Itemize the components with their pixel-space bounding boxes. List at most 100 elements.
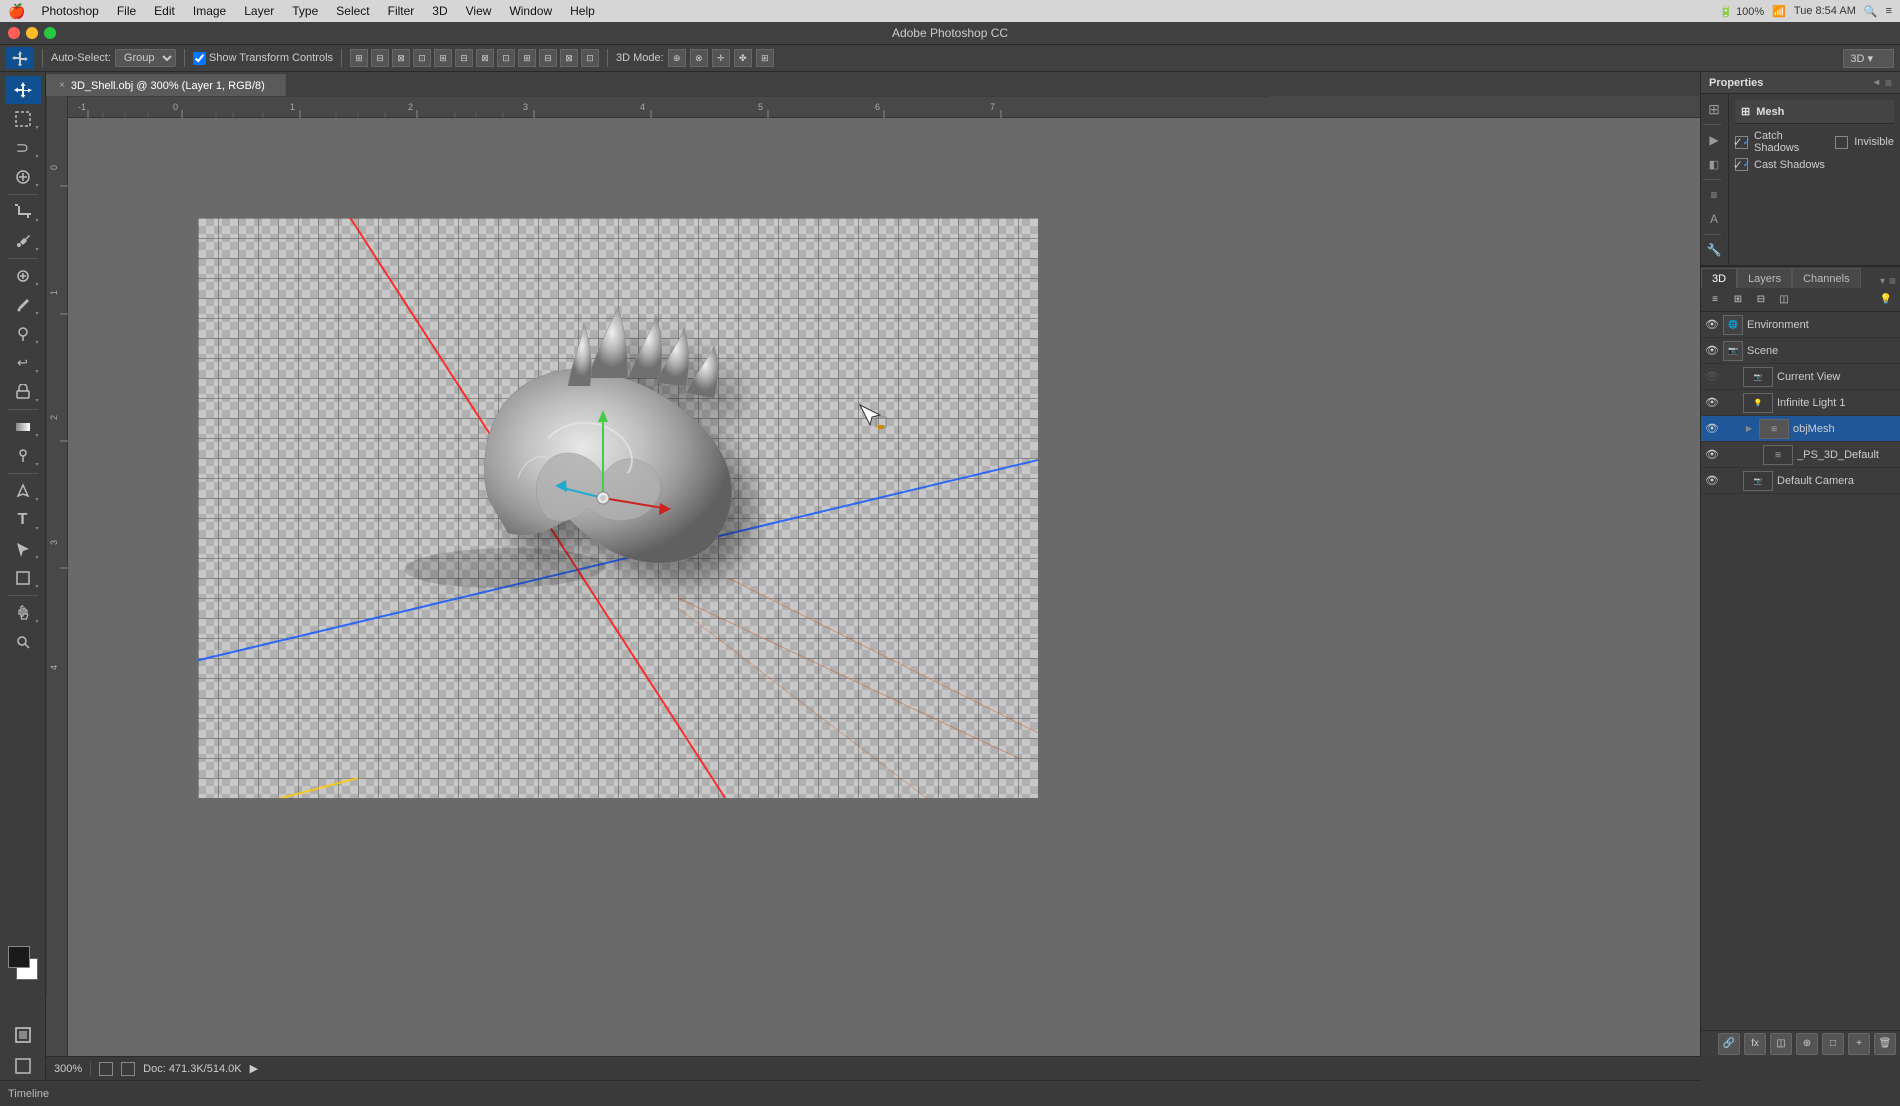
- layer-vis-light[interactable]: 👁: [1705, 396, 1719, 410]
- show-transform-input[interactable]: [193, 52, 206, 65]
- cast-shadows-checkbox[interactable]: ✓: [1735, 158, 1748, 171]
- layer-vis-scene[interactable]: 👁: [1705, 344, 1719, 358]
- align-right[interactable]: ⊠: [392, 49, 410, 67]
- status-arrow[interactable]: ▶: [250, 1062, 258, 1075]
- tab-layers[interactable]: Layers: [1737, 268, 1792, 288]
- layer-vis-mesh[interactable]: 👁: [1705, 422, 1719, 436]
- panel-collapse-icon[interactable]: ◂: [1874, 77, 1879, 88]
- menu-image[interactable]: Image: [185, 2, 234, 20]
- layer-environment[interactable]: 👁 🌐 Environment: [1701, 312, 1900, 338]
- layers-group-icon[interactable]: ◫: [1774, 291, 1794, 309]
- 3d-scale-icon[interactable]: ⊞: [756, 49, 774, 67]
- quick-select-tool[interactable]: ▾: [5, 163, 41, 191]
- minimize-button[interactable]: [26, 27, 38, 39]
- menu-help[interactable]: Help: [562, 2, 603, 20]
- panel-menu-icon[interactable]: ≡: [1885, 76, 1892, 90]
- catch-shadows-checkbox[interactable]: ✓: [1735, 136, 1748, 149]
- canvas-tab[interactable]: × 3D_Shell.obj @ 300% (Layer 1, RGB/8): [46, 74, 286, 96]
- panel-collapse-right-icon[interactable]: ▾: [1880, 276, 1885, 287]
- dodge-tool[interactable]: ▾: [5, 442, 41, 470]
- distribute-left[interactable]: ⊞: [518, 49, 536, 67]
- layer-style-icon[interactable]: fx: [1744, 1033, 1766, 1055]
- menu-view[interactable]: View: [458, 2, 500, 20]
- layers-add-icon[interactable]: ⊞: [1728, 291, 1748, 309]
- screen-mode-toggle[interactable]: [5, 1052, 41, 1080]
- marquee-rect-tool[interactable]: ▾ ▾: [5, 105, 41, 133]
- layer-delete-icon[interactable]: 🗑: [1874, 1033, 1896, 1055]
- align-center-v[interactable]: ⊞: [434, 49, 452, 67]
- 3d-slide-icon[interactable]: ✤: [734, 49, 752, 67]
- history-brush-tool[interactable]: ↩ ▾: [5, 349, 41, 377]
- layer-current-view[interactable]: 👁 📷 Current View: [1701, 364, 1900, 390]
- layer-link-icon[interactable]: 🔗: [1718, 1033, 1740, 1055]
- layer-adjust-icon[interactable]: ⊕: [1796, 1033, 1818, 1055]
- brush-tool[interactable]: ▾: [5, 291, 41, 319]
- props-nav-icon-5[interactable]: A: [1703, 208, 1725, 230]
- distribute-v[interactable]: ⊡: [497, 49, 515, 67]
- autoselect-dropdown[interactable]: Group Layer: [115, 49, 176, 67]
- tab-channels[interactable]: Channels: [1792, 268, 1860, 288]
- distribute-right[interactable]: ⊟: [539, 49, 557, 67]
- menu-photoshop[interactable]: Photoshop: [33, 2, 106, 20]
- text-tool[interactable]: T ▾: [5, 506, 41, 534]
- layer-scene[interactable]: 👁 📷 Scene: [1701, 338, 1900, 364]
- path-select-tool[interactable]: ▾: [5, 535, 41, 563]
- apple-menu[interactable]: 🍎: [8, 3, 25, 20]
- menu-layer[interactable]: Layer: [236, 2, 282, 20]
- menu-select[interactable]: Select: [328, 2, 377, 20]
- menu-3d[interactable]: 3D: [424, 2, 455, 20]
- gradient-tool[interactable]: ▾: [5, 413, 41, 441]
- hand-tool[interactable]: ▾: [5, 599, 41, 627]
- eyedropper-tool[interactable]: ▾: [5, 227, 41, 255]
- layer-vis-env[interactable]: 👁: [1705, 318, 1719, 332]
- layer-vis-cam[interactable]: 👁: [1705, 474, 1719, 488]
- align-center-h[interactable]: ⊟: [371, 49, 389, 67]
- layer-ps3d-default[interactable]: 👁 ⊞ _PS_3D_Default: [1701, 442, 1900, 468]
- layer-new-icon[interactable]: +: [1848, 1033, 1870, 1055]
- layer-vis-curview[interactable]: 👁: [1705, 370, 1719, 384]
- distribute-bottom[interactable]: ⊡: [581, 49, 599, 67]
- foreground-color-swatch[interactable]: [8, 946, 30, 968]
- close-button[interactable]: [8, 27, 20, 39]
- move-tool[interactable]: [5, 76, 41, 104]
- menu-file[interactable]: File: [109, 2, 144, 20]
- panel-menu-right-icon[interactable]: ≡: [1889, 274, 1896, 288]
- layers-light-icon[interactable]: 💡: [1876, 291, 1896, 309]
- menu-window[interactable]: Window: [501, 2, 560, 20]
- props-nav-icon-2[interactable]: ▶: [1703, 129, 1725, 151]
- menu-filter[interactable]: Filter: [380, 2, 423, 20]
- crop-tool[interactable]: ▾: [5, 198, 41, 226]
- color-swatches[interactable]: [4, 946, 42, 980]
- align-left[interactable]: ⊞: [350, 49, 368, 67]
- notification-icon[interactable]: ≡: [1886, 5, 1892, 17]
- props-nav-icon-4[interactable]: ≡: [1703, 184, 1725, 206]
- 3d-roll-icon[interactable]: ⊗: [690, 49, 708, 67]
- layers-delete-icon[interactable]: ⊟: [1751, 291, 1771, 309]
- zoom-level[interactable]: 300%: [54, 1063, 82, 1075]
- layer-vis-ps3d[interactable]: 👁: [1705, 448, 1719, 462]
- spot-heal-tool[interactable]: ▾: [5, 262, 41, 290]
- maximize-button[interactable]: [44, 27, 56, 39]
- distribute-h[interactable]: ⊠: [476, 49, 494, 67]
- distribute-top[interactable]: ⊠: [560, 49, 578, 67]
- 3d-rotate-icon[interactable]: ⊕: [668, 49, 686, 67]
- menu-edit[interactable]: Edit: [146, 2, 183, 20]
- props-nav-icon-3[interactable]: ◧: [1703, 153, 1725, 175]
- props-nav-icon-6[interactable]: 🔧: [1703, 239, 1725, 261]
- eraser-tool[interactable]: ▾: [5, 378, 41, 406]
- pen-tool[interactable]: ▾: [5, 477, 41, 505]
- props-nav-icon-1[interactable]: ⊞: [1703, 98, 1725, 120]
- tab-3d[interactable]: 3D: [1701, 268, 1737, 288]
- clone-stamp-tool[interactable]: ▾: [5, 320, 41, 348]
- zoom-tool[interactable]: [5, 628, 41, 656]
- 3d-mode-dropdown[interactable]: 3D ▾: [1843, 49, 1894, 68]
- layer-default-camera[interactable]: 👁 📷 Default Camera: [1701, 468, 1900, 494]
- canvas-viewport[interactable]: [68, 118, 1700, 1056]
- show-transform-checkbox[interactable]: Show Transform Controls: [193, 52, 333, 65]
- tab-close-icon[interactable]: ×: [59, 80, 65, 91]
- align-top[interactable]: ⊡: [413, 49, 431, 67]
- layer-infinite-light[interactable]: 👁 💡 Infinite Light 1: [1701, 390, 1900, 416]
- shape-tool[interactable]: ▾: [5, 564, 41, 592]
- quickmask-toggle[interactable]: [5, 1021, 41, 1049]
- layer-group-icon[interactable]: □: [1822, 1033, 1844, 1055]
